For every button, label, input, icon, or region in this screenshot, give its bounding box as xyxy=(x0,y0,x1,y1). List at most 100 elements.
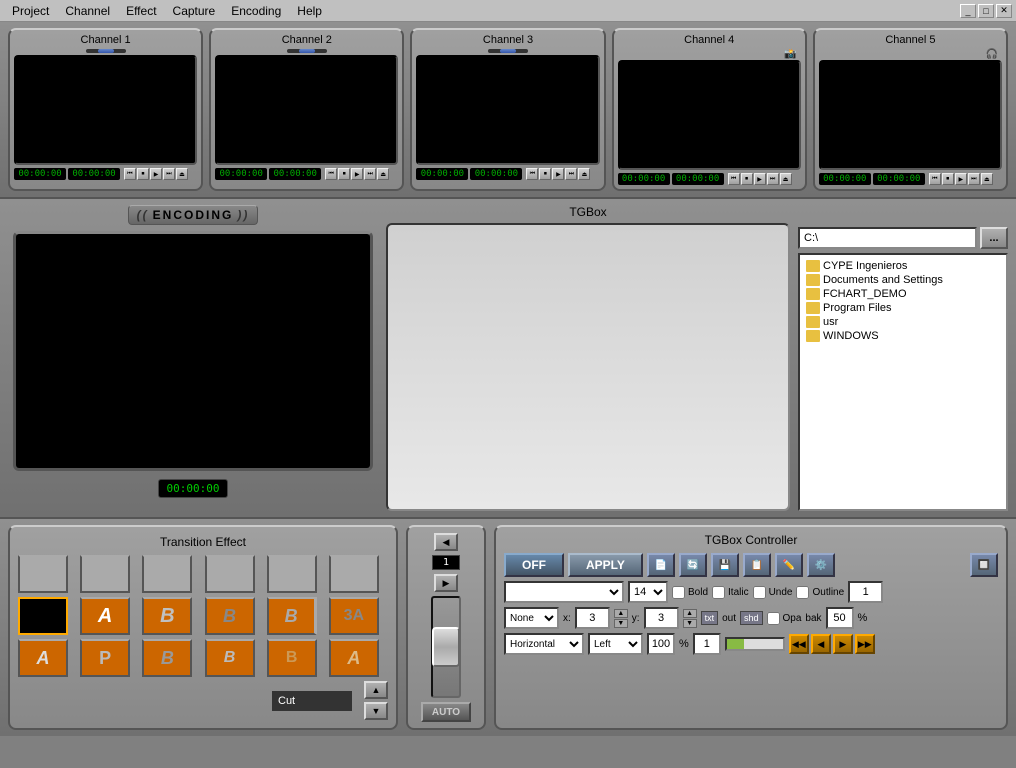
italic-checkbox[interactable] xyxy=(712,586,725,599)
ch5-eject[interactable]: ⏏ xyxy=(981,173,993,185)
size-select[interactable]: 14 12 16 18 24 xyxy=(628,581,668,603)
file-item-2[interactable]: FCHART_DEMO xyxy=(804,287,1002,301)
ch2-play[interactable]: ▶ xyxy=(351,168,363,180)
icon-btn-5[interactable]: ✏️ xyxy=(775,553,803,577)
auto-button[interactable]: AUTO xyxy=(421,702,471,722)
effect-cell-empty-2[interactable] xyxy=(80,555,130,593)
icon-btn-4[interactable]: 📋 xyxy=(743,553,771,577)
effect-cell-black[interactable] xyxy=(18,597,68,635)
ch4-next[interactable]: ⏭ xyxy=(767,173,779,185)
y-input[interactable] xyxy=(644,607,679,629)
page-num-input[interactable] xyxy=(693,633,721,655)
ch1-next[interactable]: ⏭ xyxy=(163,168,175,180)
ch3-play[interactable]: ▶ xyxy=(552,168,564,180)
txt-button[interactable]: txt xyxy=(701,611,719,625)
ch2-prev[interactable]: ⏮ xyxy=(325,168,337,180)
apply-button[interactable]: APPLY xyxy=(568,553,643,577)
right-icon-btn[interactable]: 🔲 xyxy=(970,553,998,577)
menu-project[interactable]: Project xyxy=(4,2,57,20)
font-select[interactable] xyxy=(504,581,624,603)
arrow-btn-2[interactable]: ◀ xyxy=(811,634,831,654)
file-item-3[interactable]: Program Files xyxy=(804,301,1002,315)
ch4-play[interactable]: ▶ xyxy=(754,173,766,185)
menu-help[interactable]: Help xyxy=(289,2,330,20)
x-input[interactable] xyxy=(575,607,610,629)
ch3-stop[interactable]: ⏹ xyxy=(539,168,551,180)
underline-checkbox[interactable] xyxy=(753,586,766,599)
effect-cell-B2[interactable]: B xyxy=(205,597,255,635)
ch5-prev[interactable]: ⏮ xyxy=(929,173,941,185)
effect-cell-B[interactable]: B xyxy=(142,597,192,635)
effect-up-button[interactable]: ▲ xyxy=(364,681,388,699)
off-button[interactable]: OFF xyxy=(504,553,564,577)
ch3-next[interactable]: ⏭ xyxy=(565,168,577,180)
browse-button[interactable]: ... xyxy=(980,227,1008,249)
slider-down-button[interactable]: ▶ xyxy=(434,574,458,592)
arrow-btn-3[interactable]: ▶ xyxy=(833,634,853,654)
direction-select[interactable]: Horizontal Vertical xyxy=(504,633,584,655)
icon-btn-6[interactable]: ⚙️ xyxy=(807,553,835,577)
ch3-eject[interactable]: ⏏ xyxy=(578,168,590,180)
ch4-eject[interactable]: ⏏ xyxy=(780,173,792,185)
file-item-5[interactable]: WINDOWS xyxy=(804,329,1002,343)
ch2-next[interactable]: ⏭ xyxy=(364,168,376,180)
bold-checkbox[interactable] xyxy=(672,586,685,599)
file-item-4[interactable]: usr xyxy=(804,315,1002,329)
x-spin-up[interactable]: ▲ xyxy=(614,609,628,618)
y-spin-up[interactable]: ▲ xyxy=(683,609,697,618)
effect-cell-3A[interactable]: 3A xyxy=(329,597,379,635)
slider-track[interactable] xyxy=(431,596,461,698)
ch5-next[interactable]: ⏭ xyxy=(968,173,980,185)
outline-checkbox[interactable] xyxy=(796,586,809,599)
effect-cell-Ai[interactable]: A xyxy=(18,639,68,677)
menu-effect[interactable]: Effect xyxy=(118,2,164,20)
ch1-prev[interactable]: ⏮ xyxy=(124,168,136,180)
ch5-play[interactable]: ▶ xyxy=(955,173,967,185)
ch5-stop[interactable]: ⏹ xyxy=(942,173,954,185)
shd-button[interactable]: shd xyxy=(740,611,763,625)
align-select[interactable]: Left Center Right xyxy=(588,633,643,655)
ch2-eject[interactable]: ⏏ xyxy=(377,168,389,180)
menu-encoding[interactable]: Encoding xyxy=(223,2,289,20)
maximize-button[interactable]: □ xyxy=(978,4,994,18)
slider-thumb[interactable] xyxy=(432,627,460,667)
file-item-0[interactable]: CYPE Ingenieros xyxy=(804,259,1002,273)
effect-cell-Ai2[interactable]: A xyxy=(329,639,379,677)
ch4-prev[interactable]: ⏮ xyxy=(728,173,740,185)
effect-cell-empty-6[interactable] xyxy=(329,555,379,593)
minimize-button[interactable]: _ xyxy=(960,4,976,18)
arrow-btn-1[interactable]: ◀◀ xyxy=(789,634,809,654)
icon-btn-1[interactable]: 📄 xyxy=(647,553,675,577)
effect-cell-empty-5[interactable] xyxy=(267,555,317,593)
ch2-stop[interactable]: ⏹ xyxy=(338,168,350,180)
effect-cell-Pa[interactable]: P xyxy=(80,639,130,677)
y-spin-down[interactable]: ▼ xyxy=(683,619,697,628)
file-item-1[interactable]: Documents and Settings xyxy=(804,273,1002,287)
x-spin-down[interactable]: ▼ xyxy=(614,619,628,628)
outline-size-input[interactable] xyxy=(848,581,883,603)
ch3-prev[interactable]: ⏮ xyxy=(526,168,538,180)
effect-cell-B3[interactable]: B xyxy=(267,597,317,635)
ch4-stop[interactable]: ⏹ xyxy=(741,173,753,185)
effect-cell-3B[interactable]: B xyxy=(267,639,317,677)
menu-channel[interactable]: Channel xyxy=(57,2,118,20)
effect-cell-empty-3[interactable] xyxy=(142,555,192,593)
menu-capture[interactable]: Capture xyxy=(165,2,224,20)
effect-cell-empty-1[interactable] xyxy=(18,555,68,593)
opacity-value-input[interactable] xyxy=(826,607,854,629)
none-select[interactable]: None xyxy=(504,607,559,629)
ch1-eject[interactable]: ⏏ xyxy=(176,168,188,180)
arrow-btn-4[interactable]: ▶▶ xyxy=(855,634,875,654)
close-button[interactable]: ✕ xyxy=(996,4,1012,18)
effect-cell-Ba2[interactable]: B xyxy=(205,639,255,677)
icon-btn-2[interactable]: 🔄 xyxy=(679,553,707,577)
icon-btn-3[interactable]: 💾 xyxy=(711,553,739,577)
effect-cell-empty-4[interactable] xyxy=(205,555,255,593)
ch1-stop[interactable]: ⏹ xyxy=(137,168,149,180)
opacity-checkbox[interactable] xyxy=(767,612,780,625)
effect-down-button[interactable]: ▼ xyxy=(364,702,388,720)
slider-up-button[interactable]: ◀ xyxy=(434,533,458,551)
path-input[interactable] xyxy=(798,227,977,249)
effect-cell-Ba[interactable]: B xyxy=(142,639,192,677)
effect-cell-A[interactable]: A xyxy=(80,597,130,635)
